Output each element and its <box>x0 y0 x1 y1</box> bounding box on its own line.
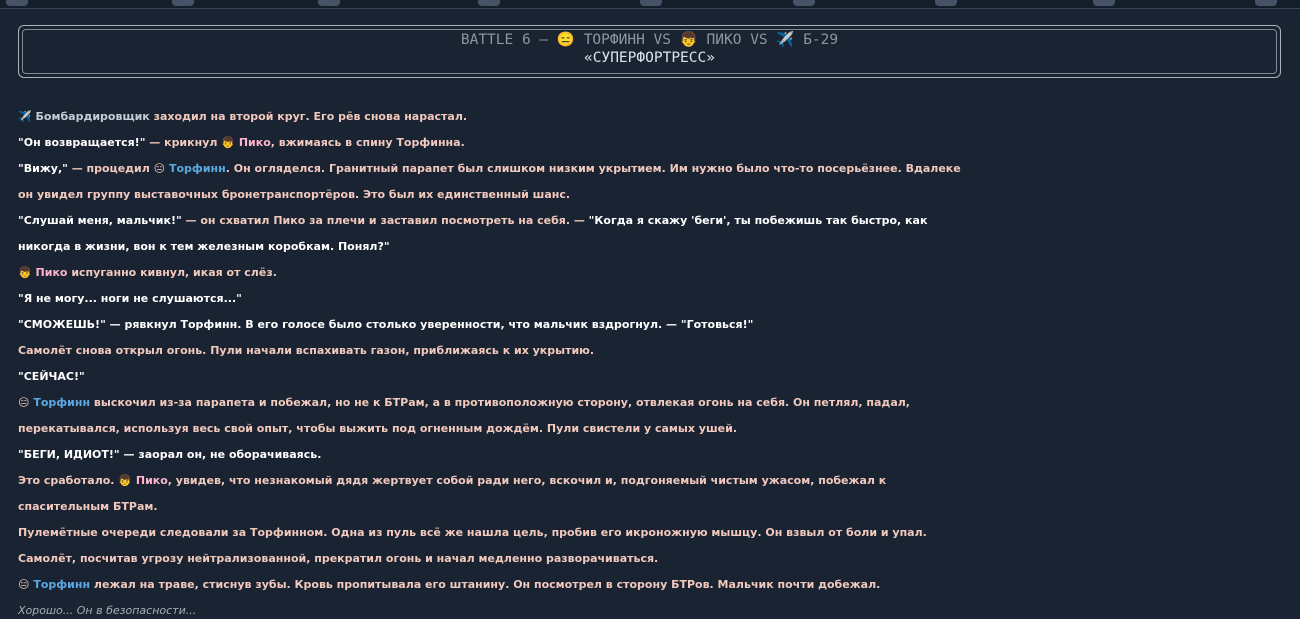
airplane-emoji: ✈️ <box>776 32 795 48</box>
boy-emoji: 👦 <box>679 32 698 48</box>
narration-text: он увидел группу выставочных бронетрансп… <box>18 188 571 201</box>
story-line: перекатывался, используя весь свой опыт,… <box>18 416 1288 442</box>
combatant-piko: ПИКО <box>706 32 742 48</box>
story-line: Пулемётные очереди следовали за Торфинно… <box>18 520 1288 546</box>
character-name-bomber: Бомбардировщик <box>35 110 150 123</box>
vs-label: VS <box>653 32 672 48</box>
expressionless-face-emoji: 😑 <box>18 396 30 409</box>
combatant-torfinn: ТОРФИНН <box>583 32 645 48</box>
airplane-emoji: ✈️ <box>18 110 32 123</box>
dialogue-text: "Когда я скажу 'беги', ты побежишь так б… <box>588 214 928 227</box>
dialogue-text: "Готовься!" <box>680 318 754 331</box>
toolbar-icon[interactable] <box>6 0 28 6</box>
narration-text: Это сработало. <box>18 474 119 487</box>
story-line: "Вижу," — процедил 😑 Торфинн. Он оглядел… <box>18 156 1288 182</box>
story-line: Самолёт, посчитав угрозу нейтрализованно… <box>18 546 1288 572</box>
story-line: "Я не могу... ноги не слушаются..." <box>18 286 1288 312</box>
narration-text: заходил на второй круг. Его рёв снова на… <box>149 110 468 123</box>
toolbar-icon[interactable] <box>478 0 500 6</box>
story-text: ✈️ Бомбардировщик заходил на второй круг… <box>18 104 1288 619</box>
expressionless-face-emoji: 😑 <box>556 32 575 48</box>
narration-text: Самолёт, посчитав угрозу нейтрализованно… <box>18 552 659 565</box>
narration-text: спасительным БТРам. <box>18 500 158 513</box>
narration-text: Пулемётные очереди следовали за Торфинно… <box>18 526 927 539</box>
character-name-torfinn: Торфинн <box>33 578 91 591</box>
battle-number: BATTLE 6 – <box>460 32 549 48</box>
dialogue-text: "Я не могу... ноги не слушаются..." <box>18 292 242 305</box>
combatant-plane: Б-29 <box>803 32 839 48</box>
story-line: никогда в жизни, вон к тем железным коро… <box>18 234 1288 260</box>
boy-emoji: 👦 <box>18 266 32 279</box>
boy-emoji: 👦 <box>118 474 133 487</box>
narration-text: . Он огляделся. Гранитный парапет был сл… <box>225 162 961 175</box>
story-line: "Слушай меня, мальчик!" — он схватил Пик… <box>18 208 1288 234</box>
story-line: 😑 Торфинн лежал на траве, стиснув зубы. … <box>18 572 1288 598</box>
story-line: 👦 Пико испуганно кивнул, икая от слёз. <box>18 260 1288 286</box>
toolbar-icon[interactable] <box>793 0 815 6</box>
character-name-piko: Пико <box>135 474 168 487</box>
story-line: Это сработало. 👦 Пико, увидев, что незна… <box>18 468 1288 494</box>
dialogue-text: "СЕЙЧАС!" <box>18 370 85 383</box>
story-line: спасительным БТРам. <box>18 494 1288 520</box>
story-line: "СЕЙЧАС!" <box>18 364 1288 390</box>
story-line: "СМОЖЕШЬ!" — рявкнул Торфинн. В его голо… <box>18 312 1288 338</box>
story-line: 😑 Торфинн выскочил из-за парапета и побе… <box>18 390 1288 416</box>
narration-text: — заорал он, не оборачиваясь. <box>119 448 322 461</box>
toolbar-icon[interactable] <box>318 0 340 6</box>
toolbar-icon[interactable] <box>935 0 957 6</box>
story-line: "Он возвращается!" — крикнул 👦 Пико, вжи… <box>18 130 1288 156</box>
story-line: ✈️ Бомбардировщик заходил на второй круг… <box>18 104 1288 130</box>
expressionless-face-emoji: 😑 <box>18 578 30 591</box>
story-line: он увидел группу выставочных бронетрансп… <box>18 182 1288 208</box>
toolbar-icon[interactable] <box>1093 0 1115 6</box>
narration-text: — он схватил Пико за плечи и заставил по… <box>181 214 589 227</box>
thought-text: Хорошо... Он в безопасности... <box>18 604 197 617</box>
battle-title-line: BATTLE 6 – 😑 ТОРФИНН VS 👦 ПИКО VS ✈️ Б-2… <box>19 31 1280 49</box>
dialogue-text: "СМОЖЕШЬ!" <box>18 318 106 331</box>
narration-text: — крикнул <box>145 136 222 149</box>
boy-emoji: 👦 <box>221 136 235 149</box>
story-line: "БЕГИ, ИДИОТ!" — заорал он, не оборачива… <box>18 442 1288 468</box>
character-name-piko: Пико <box>35 266 68 279</box>
narration-text: , увидев, что незнакомый дядя жертвует с… <box>167 474 887 487</box>
top-toolbar-edge <box>0 0 1300 9</box>
narration-text: , вжимаясь в спину Торфинна. <box>270 136 465 149</box>
dialogue-text: никогда в жизни, вон к тем железным коро… <box>18 240 390 253</box>
character-name-piko: Пико <box>238 136 271 149</box>
toolbar-icon[interactable] <box>1255 0 1277 6</box>
character-name-torfinn: Торфинн <box>168 162 226 175</box>
story-line: Самолёт снова открыл огонь. Пули начали … <box>18 338 1288 364</box>
narration-text: испуганно кивнул, икая от слёз. <box>67 266 277 279</box>
battle-subtitle: «СУПЕРФОРТРЕСС» <box>584 50 715 66</box>
dialogue-text: "Вижу," <box>18 162 68 175</box>
dialogue-text: "Слушай меня, мальчик!" <box>18 214 182 227</box>
expressionless-face-emoji: 😑 <box>153 162 166 175</box>
narration-text: выскочил из-за парапета и побежал, но не… <box>90 396 910 409</box>
dialogue-text: "Он возвращается!" <box>18 136 146 149</box>
toolbar-icon[interactable] <box>640 0 662 6</box>
character-name-torfinn: Торфинн <box>33 396 91 409</box>
narration-text: лежал на траве, стиснув зубы. Кровь проп… <box>90 578 881 591</box>
toolbar-icon[interactable] <box>172 0 194 6</box>
narration-text: — рявкнул Торфинн. В его голосе было сто… <box>105 318 681 331</box>
narration-text: — процедил <box>67 162 154 175</box>
narration-text: перекатывался, используя весь свой опыт,… <box>18 422 737 435</box>
narration-text: Самолёт снова открыл огонь. Пули начали … <box>18 344 595 357</box>
vs-label: VS <box>750 32 768 48</box>
battle-title-box: BATTLE 6 – 😑 ТОРФИНН VS 👦 ПИКО VS ✈️ Б-2… <box>18 25 1281 78</box>
dialogue-text: "БЕГИ, ИДИОТ!" <box>18 448 120 461</box>
